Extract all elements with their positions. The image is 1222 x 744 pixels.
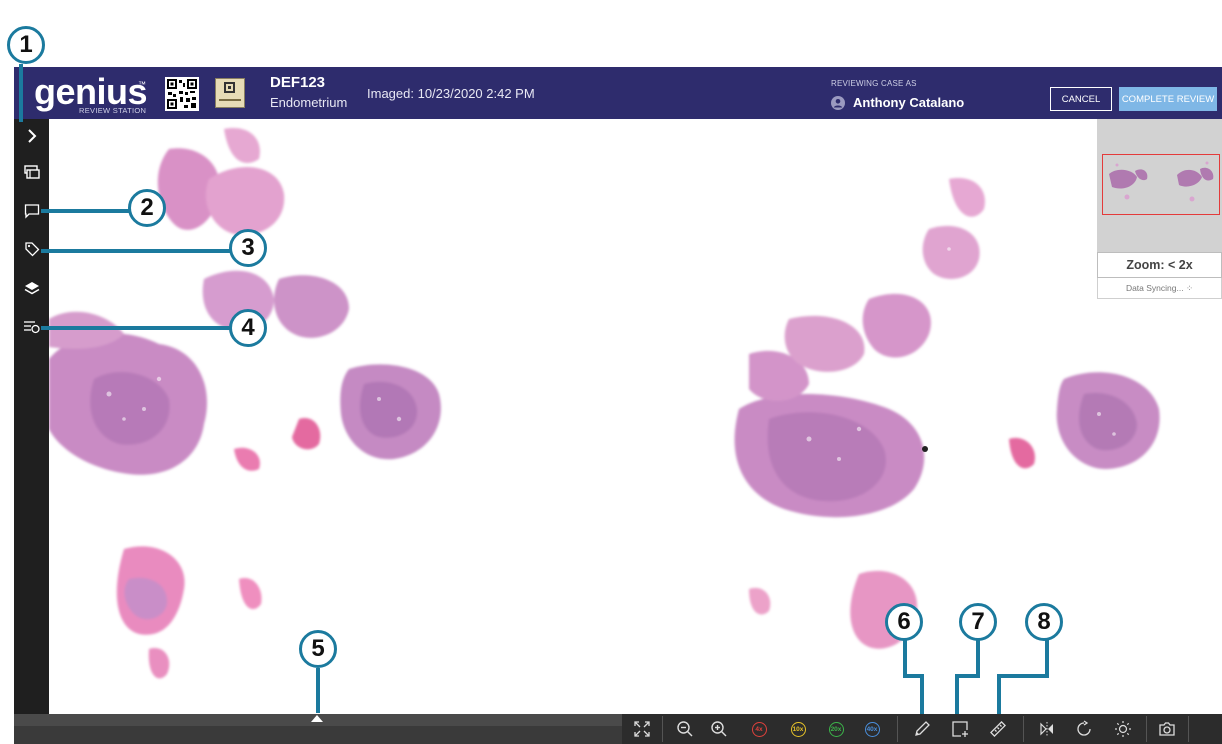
zoom-20x-button[interactable]: 20x [824,717,848,741]
add-region-icon [952,721,968,737]
rotate-button[interactable] [1072,717,1096,741]
zoom-4x-button[interactable]: 4x [747,717,771,741]
callout-8-line-b [997,674,1049,678]
toolbar-separator [1023,716,1024,742]
list-search-icon [23,321,40,334]
callout-6: 6 [885,603,923,641]
zoom-20x-label: 20x [828,721,844,737]
ruler-icon [990,721,1006,737]
zoom-out-button[interactable] [673,717,697,741]
logo-trademark: ™ [138,80,146,89]
zoom-in-icon [711,721,727,737]
callout-7: 7 [959,603,997,641]
toolbar-separator [662,716,663,742]
zoom-10x-label: 10x [790,721,806,737]
callout-5-line [316,668,320,713]
reviewing-label: REVIEWING CASE AS [831,79,917,88]
measure-ruler-button[interactable] [986,717,1010,741]
slides-icon [23,165,40,179]
zoom-level-display: Zoom: < 2x [1097,252,1222,278]
zoom-40x-label: 40x [864,721,880,737]
fit-screen-icon [634,721,650,737]
chevron-right-icon [27,129,36,143]
fit-to-screen-button[interactable] [630,717,654,741]
annotate-pen-button[interactable] [910,717,934,741]
layers-button[interactable] [14,272,49,304]
callout-6-line-c [920,674,924,714]
callout-2-line [41,209,131,213]
minimap-viewport-box[interactable] [1102,154,1220,215]
zoom-4x-label: 4x [751,721,767,737]
zoom-10x-button[interactable]: 10x [786,717,810,741]
cancel-button[interactable]: CANCEL [1050,87,1112,111]
callout-8-line-a [1045,640,1049,677]
callout-2: 2 [128,189,166,227]
callout-4-line [41,326,232,330]
callout-5: 5 [299,630,337,668]
qr-code-icon [165,77,199,111]
layers-icon [24,282,39,295]
callout-3-line [41,249,231,253]
comment-icon [24,204,39,219]
callout-3: 3 [229,229,267,267]
slides-button[interactable] [14,156,49,188]
expand-sidebar-button[interactable] [14,120,49,152]
flip-button[interactable] [1035,717,1059,741]
genius-logo: genius [34,71,148,112]
toolbar-separator [1146,716,1147,742]
logo-subtitle: REVIEW STATION [79,106,147,115]
sync-status: Data Syncing... ⁘ [1097,278,1222,299]
brightness-icon [1115,721,1131,737]
toolbar-separator [1188,716,1189,742]
brightness-button[interactable] [1111,717,1135,741]
slide-label-image [215,78,245,108]
region-select-button[interactable] [948,717,972,741]
case-id: DEF123 [270,74,326,91]
zoom-in-button[interactable] [707,717,731,741]
camera-icon [1159,722,1175,736]
rotate-icon [1077,720,1091,736]
user-avatar-icon [831,96,845,110]
callout-4: 4 [229,309,267,347]
zoom-out-icon [677,721,693,737]
case-type: Endometrium [270,95,348,110]
snapshot-button[interactable] [1155,717,1179,741]
callout-8: 8 [1025,603,1063,641]
complete-review-button[interactable]: COMPLETE REVIEW [1119,87,1217,111]
callout-1-line [19,64,23,122]
callout-7-line-c [955,674,959,714]
pen-icon [915,721,930,736]
callout-1: 1 [7,26,45,64]
zoom-40x-button[interactable]: 40x [860,717,884,741]
callout-7-line-a [976,640,980,677]
imaged-timestamp: Imaged: 10/23/2020 2:42 PM [367,86,535,101]
tag-icon [24,242,39,257]
flip-icon [1040,722,1053,736]
callout-6-line-a [903,640,907,677]
drawer-toggle-icon[interactable] [311,715,323,722]
reviewer-name: Anthony Catalano [853,95,965,110]
toolbar-separator [897,716,898,742]
callout-8-line-c [997,674,1001,714]
